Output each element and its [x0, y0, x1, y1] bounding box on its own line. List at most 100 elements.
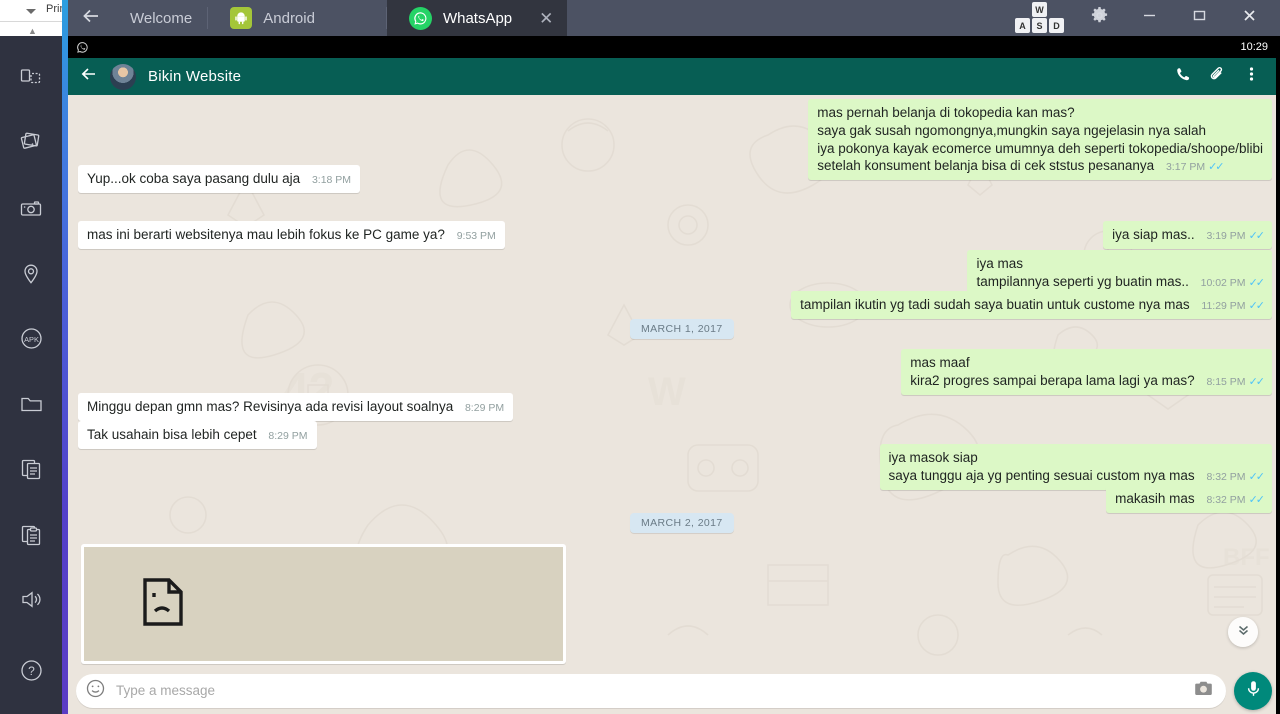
message-input-wrapper[interactable] [76, 673, 1226, 708]
keymap-button[interactable]: W A S D [1012, 1, 1068, 35]
read-receipt-icon: ✓✓ [1248, 375, 1266, 388]
message-bubble[interactable]: mas ini berarti websitenya mau lebih fok… [78, 221, 505, 249]
help-icon: ? [19, 658, 44, 683]
sidebar-item-copy[interactable] [8, 447, 54, 491]
caret-down-icon [26, 9, 36, 14]
maximize-button[interactable] [1174, 0, 1224, 36]
message-text: tampilannya seperti yg buatin mas.. [976, 273, 1189, 289]
emoji-button[interactable] [86, 679, 108, 703]
image-message-bubble[interactable] [81, 544, 566, 664]
tab-whatsapp[interactable]: WhatsApp ✕ [386, 0, 568, 36]
titlebar-back-button[interactable] [68, 0, 114, 36]
camera-button[interactable] [1190, 678, 1216, 704]
message-line: saya tunggu aja yg penting sesuai custom… [888, 467, 1266, 485]
key-w: W [1032, 2, 1047, 17]
sidebar-item-volume[interactable] [8, 578, 54, 622]
message-time: 8:32 PM [1206, 494, 1246, 506]
close-button[interactable] [1224, 0, 1274, 36]
microphone-icon [1244, 679, 1263, 703]
sidebar-item-apk[interactable]: APK [8, 317, 54, 361]
minimize-icon [1141, 7, 1158, 29]
message-line: tampilan ikutin yg tadi sudah saya buati… [800, 296, 1265, 314]
attach-button[interactable] [1200, 65, 1234, 88]
key-d: D [1049, 18, 1064, 33]
settings-button[interactable] [1074, 0, 1124, 36]
sidebar-item-gallery[interactable] [8, 121, 54, 165]
message-line: Tak usahain bisa lebih cepet 8:29 PM [87, 426, 308, 444]
message-line: mas ini berarti websitenya mau lebih fok… [87, 226, 496, 244]
message-time: 9:53 PM [456, 230, 496, 242]
chat-title: Bikin Website [148, 68, 242, 85]
message-line: kira2 progres sampai berapa lama lagi ya… [910, 372, 1266, 390]
read-receipt-icon: ✓✓ [1208, 161, 1225, 174]
message-bubble[interactable]: tampilan ikutin yg tadi sudah saya buati… [791, 291, 1272, 319]
message-meta: 9:53 PM [457, 230, 496, 244]
copy-icon [19, 457, 43, 481]
window-controls: W A S D [1012, 0, 1280, 36]
message-bubble[interactable]: Tak usahain bisa lebih cepet 8:29 PM [78, 421, 317, 449]
tab-close-button[interactable]: ✕ [539, 10, 553, 27]
sidebar-item-screenshot[interactable] [8, 186, 54, 230]
message-bubble[interactable]: makasih mas 8:32 PM ✓✓ [1106, 485, 1272, 513]
window-right-edge [1276, 36, 1280, 714]
message-input[interactable] [116, 683, 1190, 698]
read-receipt-icon: ✓✓ [1248, 276, 1266, 289]
message-meta: 8:29 PM [465, 402, 504, 416]
message-bubble[interactable]: mas maaf kira2 progres sampai berapa lam… [901, 349, 1272, 395]
whatsapp-icon [408, 6, 432, 30]
sidebar-item-location[interactable] [8, 252, 54, 296]
emoji-smiley-icon [86, 679, 105, 703]
message-bubble[interactable]: iya siap mas.. 3:19 PM ✓✓ [1103, 221, 1272, 249]
broken-image-placeholder [84, 547, 563, 661]
tab-welcome[interactable]: Welcome [114, 0, 209, 36]
message-time: 3:18 PM [311, 174, 352, 186]
key-s: S [1032, 18, 1047, 33]
message-meta: 8:15 PM ✓✓ [1206, 375, 1266, 390]
message-time: 8:15 PM [1206, 375, 1246, 388]
message-meta: 3:19 PM ✓✓ [1206, 229, 1265, 244]
message-bubble[interactable]: Yup...ok coba saya pasang dulu aja 3:18 … [78, 165, 361, 193]
message-meta: 8:32 PM ✓✓ [1206, 470, 1265, 485]
overflow-menu-button[interactable] [1234, 65, 1268, 88]
back-arrow-icon [80, 5, 102, 32]
key-a: A [1015, 18, 1030, 33]
message-line: tampilannya seperti yg buatin mas.. 10:0… [976, 273, 1266, 291]
call-button[interactable] [1166, 66, 1200, 88]
tab-android[interactable]: Android [208, 0, 387, 36]
message-meta: 8:32 PM ✓✓ [1206, 493, 1265, 508]
message-text: Yup...ok coba saya pasang dulu aja [87, 171, 301, 186]
sidebar-item-paste[interactable] [8, 512, 54, 556]
clipboard-icon [19, 523, 43, 547]
message-bubble[interactable]: iya mas tampilannya seperti yg buatin ma… [967, 250, 1272, 296]
message-text: mas ini berarti websitenya mau lebih fok… [87, 227, 445, 242]
chat-messages-area[interactable]: 42 W BFF mas pernah belanja di tokopedia… [68, 95, 1280, 667]
message-line: makasih mas 8:32 PM ✓✓ [1115, 490, 1265, 508]
voice-record-button[interactable] [1234, 671, 1272, 710]
emulator-window: Welcome Android WhatsApp ✕ W A S D 10:29… [68, 0, 1280, 714]
message-time: 8:29 PM [268, 430, 308, 442]
sidebar-item-help[interactable]: ? [8, 649, 54, 693]
message-bubble[interactable]: mas pernah belanja di tokopedia kan mas?… [808, 99, 1272, 181]
sidebar-item-folder[interactable] [8, 382, 54, 426]
message-meta: 10:02 PM ✓✓ [1200, 276, 1266, 291]
chat-back-button[interactable] [80, 65, 104, 88]
avatar[interactable] [110, 63, 136, 90]
paperclip-icon [1208, 65, 1226, 88]
sidebar-item-multi-screen[interactable] [8, 56, 54, 100]
volume-icon [19, 587, 44, 612]
emulator-sidebar: APK ? [0, 36, 62, 714]
message-text: saya tunggu aja yg penting sesuai custom… [888, 467, 1195, 483]
message-meta: 3:17 PM ✓✓ [1166, 160, 1225, 175]
message-bubble[interactable]: Minggu depan gmn mas? Revisinya ada revi… [78, 393, 514, 421]
scroll-to-bottom-button[interactable] [1228, 617, 1258, 647]
back-arrow-icon [80, 65, 98, 88]
gear-icon [1090, 6, 1109, 30]
minimize-button[interactable] [1124, 0, 1174, 36]
android-icon [230, 7, 253, 29]
message-time: 10:02 PM [1200, 276, 1246, 289]
message-line: Minggu depan gmn mas? Revisinya ada revi… [87, 398, 504, 416]
tab-android-label: Android [263, 9, 315, 27]
status-bar-clock: 10:29 [1240, 41, 1268, 53]
message-bubble[interactable]: iya masok siap saya tunggu aja yg pentin… [879, 444, 1272, 490]
message-text: iya siap mas.. [1112, 227, 1195, 242]
